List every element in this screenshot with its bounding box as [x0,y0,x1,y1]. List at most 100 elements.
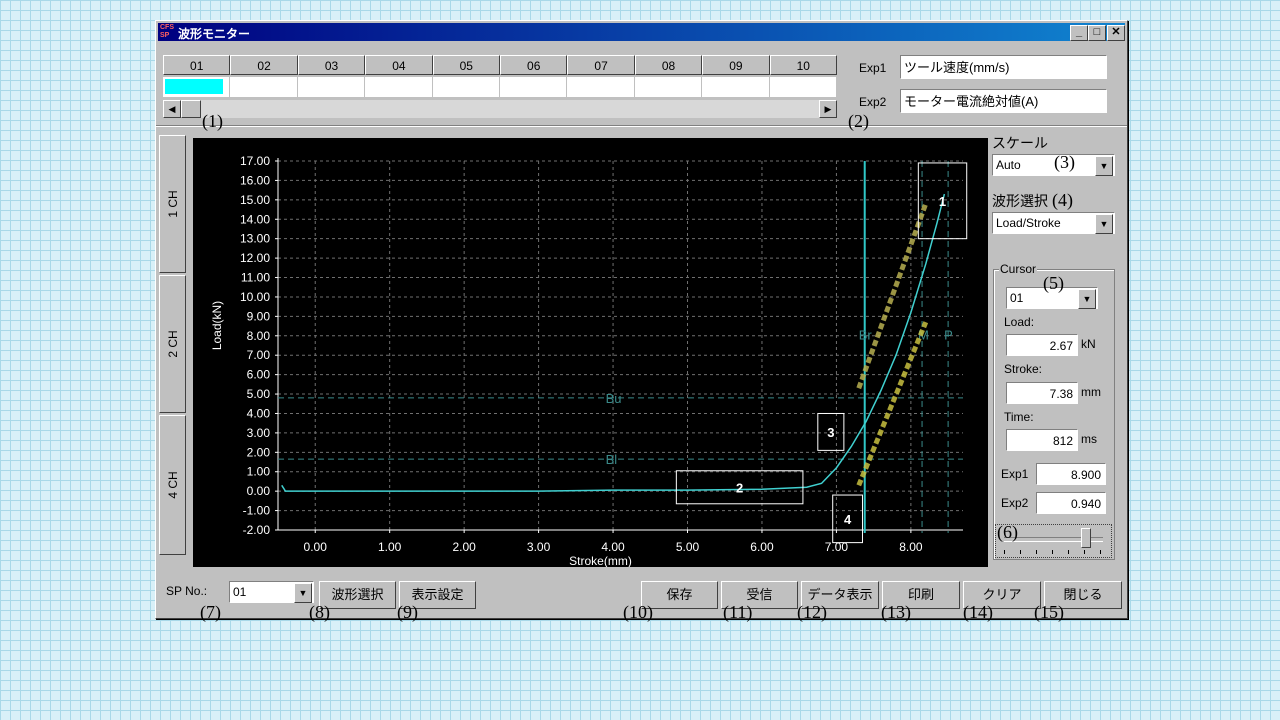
region-box-label-2: 2 [736,480,743,495]
exp1-field[interactable]: ツール速度(mm/s) [900,55,1107,79]
channel-color-swatch [569,79,628,94]
slider-ticks [1004,550,1103,554]
callout-5: (5) [1043,273,1064,293]
y-tick-label: 9.00 [247,309,271,323]
y-tick-label: -2.00 [243,523,271,537]
y-tick-label: 13.00 [240,232,270,246]
channel-color-07[interactable] [567,77,635,97]
waveform-select-value: Load/Stroke [996,216,1061,230]
channel-header-02[interactable]: 02 [230,55,298,75]
callout-7: (7) [200,602,221,622]
x-tick-label: 0.00 [304,540,328,554]
slider-thumb[interactable] [1080,528,1091,548]
y-tick-label: 14.00 [240,212,270,226]
channel-color-swatch [165,79,223,94]
tab-4ch-label: 4 CH [165,471,180,499]
callout-1: (1) [202,111,223,131]
channel-color-04[interactable] [365,77,433,97]
channel-header-08[interactable]: 08 [634,55,703,75]
exp2-label: Exp2 [859,95,887,109]
exp1-label: Exp1 [859,61,887,75]
channel-color-06[interactable] [500,77,568,97]
callout-8: (8) [309,602,330,622]
chart-svg: 17.0016.0015.0014.0013.0012.0011.0010.00… [210,154,968,567]
close-button[interactable]: ✕ [1107,25,1125,41]
waveform-select[interactable]: Load/Stroke ▼ [992,212,1115,234]
channel-color-swatch [771,79,830,94]
channel-header-03[interactable]: 03 [297,55,366,75]
cursor-exp2-value: 0.940 [1036,492,1106,514]
x-axis-label: Stroke(mm) [569,554,632,567]
chevron-down-icon[interactable]: ▼ [1078,289,1096,309]
x-tick-label: 4.00 [601,540,625,554]
scale-select-value: Auto [996,158,1021,172]
exp2-field[interactable]: モーター電流絶対値(A) [900,89,1107,113]
channel-color-01[interactable] [163,77,231,97]
channel-header-10[interactable]: 10 [769,55,837,75]
load-value: 2.67 [1006,334,1078,356]
y-tick-label: 15.00 [240,193,270,207]
channel-color-08[interactable] [634,77,703,97]
callout-15: (15) [1034,602,1064,622]
callout-14: (14) [963,602,993,622]
stroke-label: Stroke: [1004,362,1043,376]
app-icon-text: CFS SP [160,24,174,39]
scroll-right-button[interactable]: ▶ [819,100,837,118]
region-box-label-1: 1 [939,194,946,209]
x-tick-label: 8.00 [899,540,923,554]
channel-header-09[interactable]: 09 [702,55,770,75]
callout-4: (4) [1052,190,1073,210]
channel-scrollbar[interactable]: ◀ ▶ [163,100,837,118]
cursor-group-label: Cursor [999,262,1038,276]
channel-color-swatch [232,79,291,94]
y-tick-label: 12.00 [240,251,270,265]
y-tick-label: 8.00 [247,329,271,343]
marker-label-Bl: Bl [606,452,618,467]
y-tick-label: 16.00 [240,173,270,187]
channel-header-04[interactable]: 04 [365,55,433,75]
fit-line-2 [856,321,929,487]
minimize-button[interactable]: _ [1070,25,1088,41]
time-value: 812 [1006,429,1078,451]
scroll-left-button[interactable]: ◀ [163,100,181,118]
app-icon: CFS SP [160,24,176,40]
chevron-down-icon[interactable]: ▼ [294,583,312,603]
y-tick-label: 5.00 [247,387,271,401]
callout-13: (13) [881,602,911,622]
waveform-select-button[interactable]: 波形選択 [319,581,396,609]
stroke-unit: mm [1081,385,1101,399]
x-tick-label: 1.00 [378,540,402,554]
marker-label-Bu: Bu [606,391,622,406]
tab-1ch[interactable]: 1 CH [159,135,186,273]
y-tick-label: 11.00 [241,271,270,285]
sp-no-select[interactable]: 01 ▼ [229,581,314,603]
channel-color-03[interactable] [297,77,366,97]
channel-header-06[interactable]: 06 [500,55,568,75]
waveform-select-label: 波形選択 [992,193,1048,209]
tab-2ch[interactable]: 2 CH [159,275,186,413]
channel-color-10[interactable] [769,77,837,97]
callout-12: (12) [797,602,827,622]
channel-header-05[interactable]: 05 [432,55,500,75]
y-axis-label: Load(kN) [210,301,224,350]
scroll-thumb[interactable] [181,100,201,118]
channel-color-02[interactable] [230,77,298,97]
marker-label-Br: Br [859,328,873,343]
waveform-chart[interactable]: 17.00 16.00 15.00 14.00 13.00 12.00 11.00 10.00… [193,138,988,567]
callout-10: (10) [623,602,653,622]
region-box-label-3: 3 [827,425,834,440]
channel-header-01[interactable]: 01 [163,55,231,75]
scale-label: スケール [992,135,1048,151]
channel-color-swatch [636,79,695,94]
title-bar[interactable]: CFS SP 波形モニター _ □ ✕ [158,23,1125,41]
tab-4ch[interactable]: 4 CH [159,415,186,555]
tab-1ch-label: 1 CH [165,190,180,218]
chevron-down-icon[interactable]: ▼ [1095,156,1113,176]
channel-color-09[interactable] [702,77,770,97]
chevron-down-icon[interactable]: ▼ [1095,214,1113,234]
sp-no-label: SP No.: [166,584,208,598]
maximize-button[interactable]: □ [1088,25,1106,41]
channel-header-07[interactable]: 07 [567,55,635,75]
channel-color-05[interactable] [432,77,500,97]
y-tick-label: 7.00 [247,348,271,362]
